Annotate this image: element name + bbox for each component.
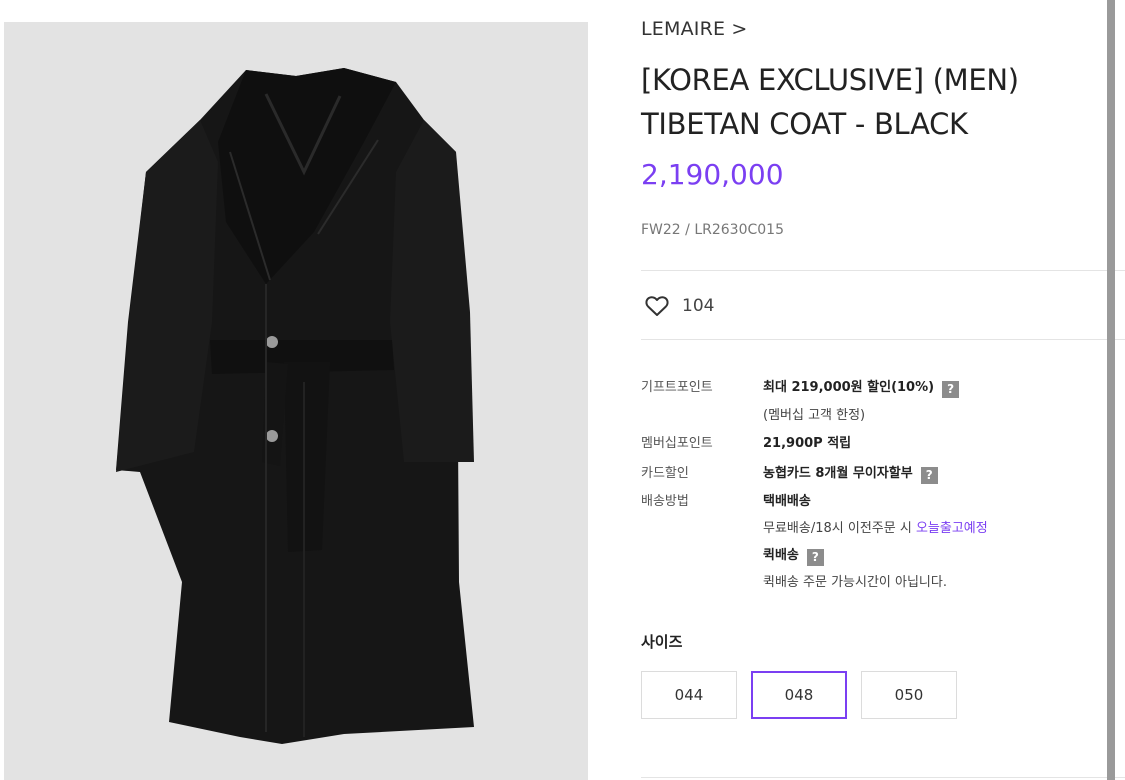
size-options: 044 048 050	[641, 671, 971, 719]
divider	[641, 270, 1125, 271]
product-image[interactable]	[4, 22, 588, 780]
divider	[641, 777, 1125, 778]
gift-point-note: (멤버십 고객 한정)	[763, 408, 866, 423]
card-discount-text: 농협카드 8개월 무이자할부	[763, 466, 913, 481]
shipping-courier: 택배배송	[763, 494, 811, 509]
product-title: [KOREA EXCLUSIVE] (MEN) TIBETAN COAT - B…	[641, 58, 1081, 146]
product-info-panel: LEMAIRE > [KOREA EXCLUSIVE] (MEN) TIBETA…	[641, 0, 1125, 780]
heart-outline-icon	[645, 296, 669, 316]
quick-delivery-help-icon[interactable]: ?	[806, 549, 824, 566]
shipping-courier-note: 무료배송/18시 이전주문 시 오늘출고예정	[763, 517, 988, 536]
card-discount-value: 농협카드 8개월 무이자할부?	[763, 462, 938, 484]
gift-point-help-icon[interactable]: ?	[942, 381, 960, 398]
size-label: 사이즈	[641, 633, 683, 651]
coat-photo	[116, 68, 474, 744]
size-option-044[interactable]: 044	[641, 671, 737, 719]
gift-point-label: 기프트포인트	[641, 380, 713, 395]
shipping-quick: 퀵배송?	[763, 544, 824, 566]
membership-point-label: 멤버십포인트	[641, 436, 713, 451]
scrollbar[interactable]	[1107, 0, 1115, 780]
like-count: 104	[682, 296, 715, 316]
size-option-048[interactable]: 048	[751, 671, 847, 719]
card-discount-help-icon[interactable]: ?	[920, 467, 938, 484]
size-option-050[interactable]: 050	[861, 671, 957, 719]
shipping-quick-text: 퀵배송	[763, 548, 799, 563]
gift-point-amount: 최대 219,000원 할인(10%)	[763, 380, 935, 395]
same-day-dispatch-link[interactable]: 오늘출고예정	[916, 521, 988, 536]
product-sku: FW22 / LR2630C015	[641, 222, 784, 238]
shipping-courier-note-text: 무료배송/18시 이전주문 시	[763, 521, 912, 536]
divider	[641, 339, 1125, 340]
shipping-quick-note: 퀵배송 주문 가능시간이 아닙니다.	[763, 575, 947, 590]
product-price: 2,190,000	[641, 158, 784, 191]
shipping-label: 배송방법	[641, 494, 689, 509]
card-discount-label: 카드할인	[641, 466, 689, 481]
gift-point-value: 최대 219,000원 할인(10%)?	[763, 376, 960, 398]
brand-link[interactable]: LEMAIRE >	[641, 18, 748, 40]
product-title-line1: [KOREA EXCLUSIVE] (MEN)	[641, 63, 1019, 97]
membership-point-value: 21,900P 적립	[763, 436, 852, 451]
like-button[interactable]: 104	[645, 292, 714, 320]
product-title-line2: TIBETAN COAT - BLACK	[641, 107, 968, 141]
